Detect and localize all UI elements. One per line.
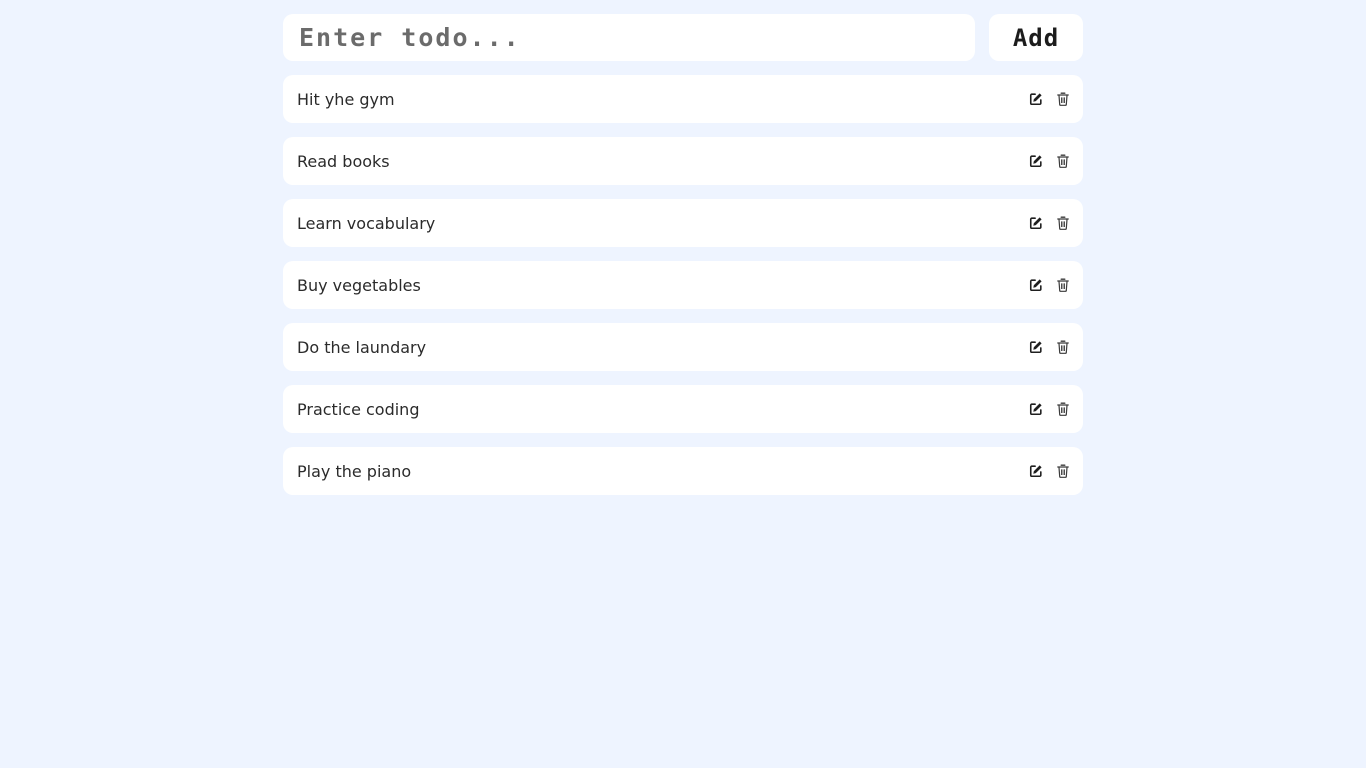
todo-text: Do the laundary	[297, 337, 427, 357]
todo-item: Read books	[283, 137, 1083, 185]
trash-icon[interactable]	[1055, 339, 1071, 355]
todo-item: Play the piano	[283, 447, 1083, 495]
trash-icon[interactable]	[1055, 215, 1071, 231]
todo-actions	[1028, 339, 1071, 355]
todo-item: Learn vocabulary	[283, 199, 1083, 247]
todo-actions	[1028, 153, 1071, 169]
trash-icon[interactable]	[1055, 277, 1071, 293]
todo-text: Learn vocabulary	[297, 213, 436, 233]
todo-item: Buy vegetables	[283, 261, 1083, 309]
add-button[interactable]: Add	[989, 14, 1083, 61]
trash-icon[interactable]	[1055, 401, 1071, 417]
edit-icon[interactable]	[1028, 277, 1044, 293]
todo-actions	[1028, 463, 1071, 479]
todo-actions	[1028, 215, 1071, 231]
todo-actions	[1028, 91, 1071, 107]
edit-icon[interactable]	[1028, 91, 1044, 107]
todo-text: Read books	[297, 151, 390, 171]
todo-item: Do the laundary	[283, 323, 1083, 371]
todo-form: Add	[283, 14, 1083, 61]
todo-text: Hit yhe gym	[297, 89, 395, 109]
todo-text: Buy vegetables	[297, 275, 421, 295]
todo-text: Play the piano	[297, 461, 412, 481]
edit-icon[interactable]	[1028, 463, 1044, 479]
trash-icon[interactable]	[1055, 153, 1071, 169]
todo-input[interactable]	[283, 14, 975, 61]
trash-icon[interactable]	[1055, 91, 1071, 107]
todo-text: Practice coding	[297, 399, 420, 419]
todo-actions	[1028, 401, 1071, 417]
todo-item: Practice coding	[283, 385, 1083, 433]
edit-icon[interactable]	[1028, 215, 1044, 231]
todo-item: Hit yhe gym	[283, 75, 1083, 123]
edit-icon[interactable]	[1028, 401, 1044, 417]
todo-actions	[1028, 277, 1071, 293]
edit-icon[interactable]	[1028, 339, 1044, 355]
todo-app: Add Hit yhe gym Read books Learn vocabul…	[283, 14, 1083, 509]
trash-icon[interactable]	[1055, 463, 1071, 479]
edit-icon[interactable]	[1028, 153, 1044, 169]
todo-list: Hit yhe gym Read books Learn vocabulary …	[283, 75, 1083, 495]
